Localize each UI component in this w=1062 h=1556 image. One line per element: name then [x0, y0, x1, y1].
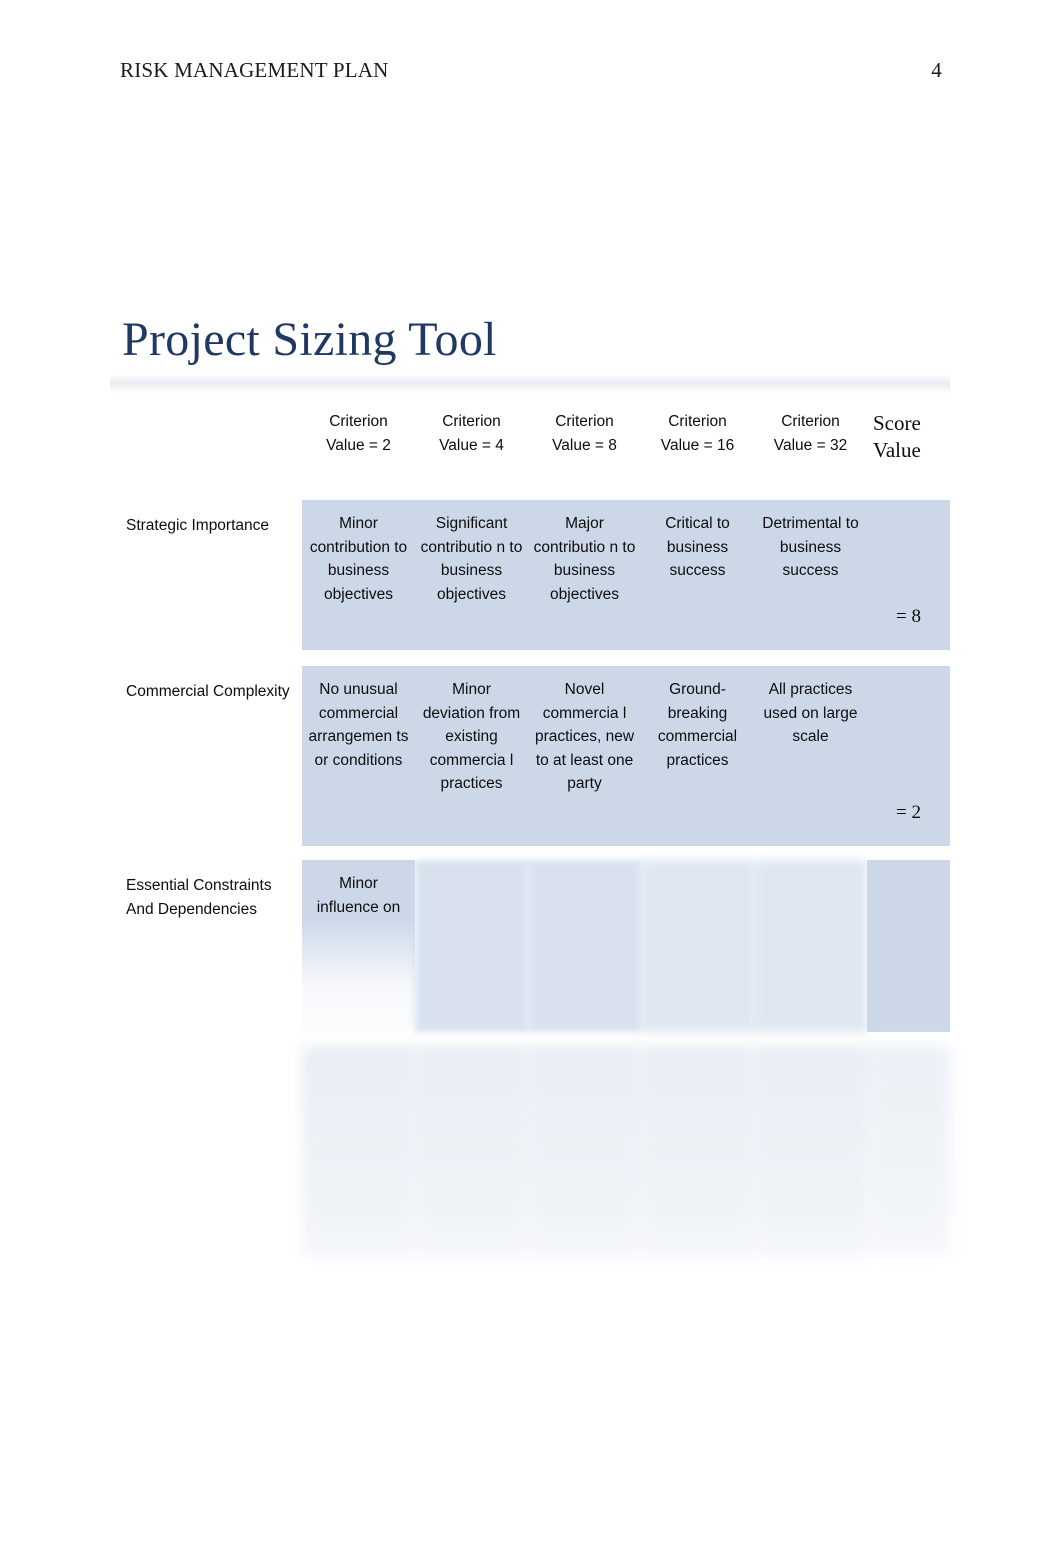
- cell-commercial-complexity-v2: No unusual commercial arrangemen ts or c…: [302, 666, 415, 846]
- table-row: Strategic Importance Minor contribution …: [110, 500, 950, 650]
- header-cell-criterion-8-line1: Criterion: [555, 413, 614, 430]
- row-label-essential-constraints: Essential Constraints And Dependencies: [126, 877, 272, 919]
- table-row: [110, 1046, 950, 1256]
- header-cell-criterion-8: Criterion Value = 8: [528, 396, 641, 500]
- cell-illegible-v4: [415, 1046, 528, 1256]
- table-header-row: Criterion Value = 2 Criterion Value = 4 …: [110, 396, 950, 500]
- row-label-illegible: [110, 1046, 302, 1256]
- table-row: Essential Constraints And Dependencies M…: [110, 860, 950, 1032]
- cell-strategic-importance-v8: Major contributio n to business objectiv…: [528, 500, 641, 650]
- header-cell-criterion-16-line1: Criterion: [668, 413, 727, 430]
- header-cell-criterion-4: Criterion Value = 4: [415, 396, 528, 500]
- row-separator: [110, 1032, 950, 1046]
- header-cell-criterion-32-line2: Value = 32: [773, 436, 848, 454]
- cell-essential-constraints-v2: Minor influence on: [302, 860, 415, 1032]
- row-label-commercial-complexity: Commercial Complexity: [126, 683, 290, 700]
- header-cell-criterion-32: Criterion Value = 32: [754, 396, 867, 500]
- cell-commercial-complexity-score: = 2: [867, 666, 950, 846]
- header-cell-criterion-2-line1: Criterion: [329, 413, 388, 430]
- header-cell-criterion-4-line1: Criterion: [442, 413, 501, 430]
- running-header-title: RISK MANAGEMENT PLAN: [120, 58, 389, 82]
- cell-commercial-complexity-v16: Ground- breaking commercial practices: [641, 666, 754, 846]
- cell-commercial-complexity-v32: All practices used on large scale: [754, 666, 867, 846]
- row-separator: [110, 846, 950, 860]
- cell-essential-constraints-score: [867, 860, 950, 1032]
- page-title: Project Sizing Tool: [122, 313, 497, 366]
- header-cell-criterion-16: Criterion Value = 16: [641, 396, 754, 500]
- header-cell-criterion-16-line2: Value = 16: [660, 436, 735, 454]
- page-number: 4: [931, 58, 942, 82]
- cell-strategic-importance-v2: Minor contribution to business objective…: [302, 500, 415, 650]
- cell-illegible-v32: [754, 1046, 867, 1256]
- project-sizing-table: Criterion Value = 2 Criterion Value = 4 …: [110, 396, 950, 1256]
- cell-essential-constraints-v8: [528, 860, 641, 1032]
- title-underbanner: [110, 374, 950, 394]
- cell-strategic-importance-v4: Significant contributio n to business ob…: [415, 500, 528, 650]
- cell-illegible-score: [867, 1046, 950, 1256]
- header-cell-score-value: Score Value: [873, 411, 921, 462]
- cell-strategic-importance-v16: Critical to business success: [641, 500, 754, 650]
- document-running-header: RISK MANAGEMENT PLAN 4: [120, 58, 942, 92]
- cell-illegible-v8: [528, 1046, 641, 1256]
- header-cell-criterion-2: Criterion Value = 2: [302, 396, 415, 500]
- header-cell-blank: [110, 396, 302, 500]
- header-cell-criterion-2-line2: Value = 2: [326, 436, 391, 454]
- cell-essential-constraints-v4: [415, 860, 528, 1032]
- cell-essential-constraints-v16: [641, 860, 754, 1032]
- header-cell-criterion-4-line2: Value = 4: [439, 436, 504, 454]
- table-row: Commercial Complexity No unusual commerc…: [110, 666, 950, 846]
- cell-illegible-v16: [641, 1046, 754, 1256]
- header-cell-criterion-8-line2: Value = 8: [552, 436, 617, 454]
- cell-commercial-complexity-v4: Minor deviation from existing commercia …: [415, 666, 528, 846]
- row-label-strategic-importance: Strategic Importance: [126, 517, 270, 534]
- header-cell-criterion-32-line1: Criterion: [781, 413, 840, 430]
- cell-strategic-importance-score: = 8: [867, 500, 950, 650]
- cell-illegible-v2: [302, 1046, 415, 1256]
- cell-commercial-complexity-v8: Novel commercia l practices, new to at l…: [528, 666, 641, 846]
- cell-essential-constraints-v32: [754, 860, 867, 1032]
- cell-strategic-importance-v32: Detrimental to business success: [754, 500, 867, 650]
- row-separator: [110, 650, 950, 666]
